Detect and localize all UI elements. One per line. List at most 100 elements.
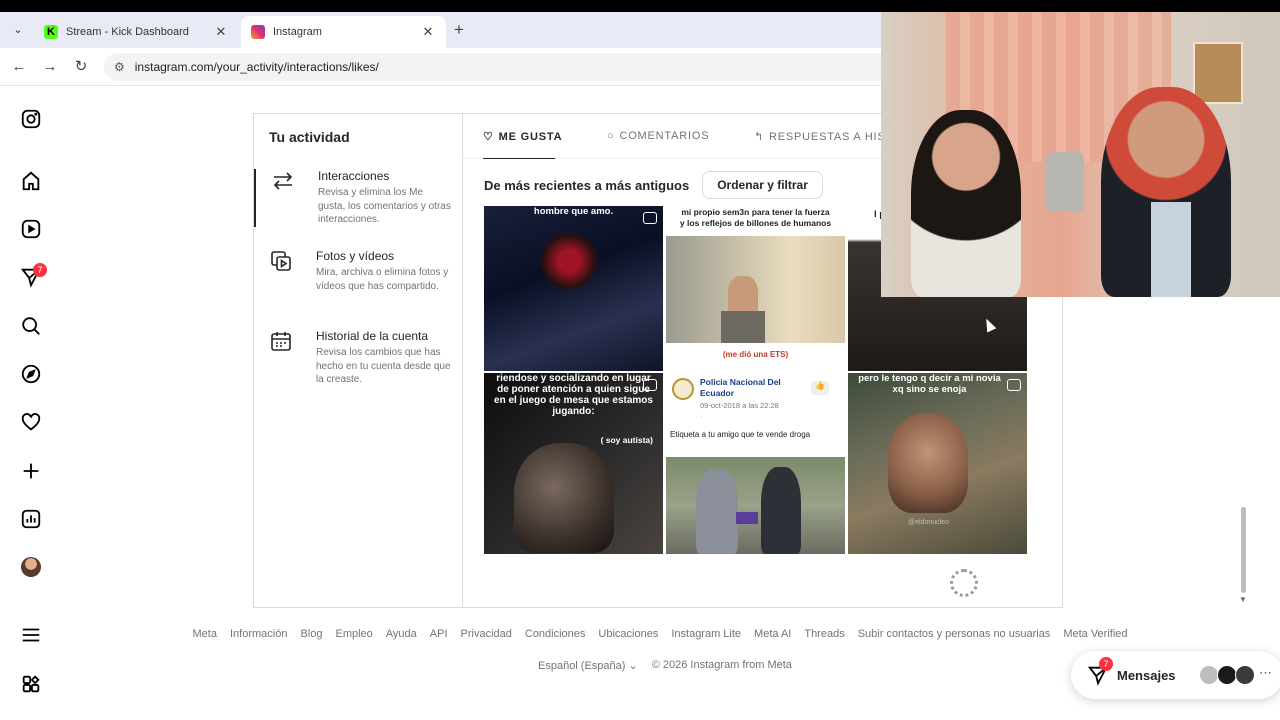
avatar [1199, 665, 1219, 685]
activity-item-title: Historial de la cuenta [316, 329, 429, 343]
url-field[interactable]: ⚙ instagram.com/your_activity/interactio… [104, 53, 1004, 81]
activity-item-interactions[interactable]: Interacciones Revisa y elimina los Me gu… [254, 169, 462, 227]
site-settings-icon[interactable]: ⚙ [114, 60, 125, 74]
footer-link[interactable]: Ayuda [386, 628, 417, 640]
tab-comentarios[interactable]: ○ COMENTARIOS [607, 130, 709, 142]
notifications-badge: 7 [33, 263, 47, 277]
instagram-logo-icon[interactable] [19, 107, 43, 131]
tab-title: Stream - Kick Dashboard [66, 26, 189, 38]
chevron-down-icon: ⌄ [628, 660, 638, 672]
comment-icon: ○ [607, 130, 615, 142]
messages-label: Mensajes [1117, 667, 1176, 683]
reel-icon [1007, 379, 1021, 391]
footer-link[interactable]: Información [230, 628, 287, 640]
activity-item-title: Fotos y vídeos [316, 249, 395, 263]
activity-item-title: Interacciones [318, 169, 390, 183]
photos-videos-icon [271, 251, 291, 271]
liked-post[interactable]: riendose y socializando en lugar de pone… [484, 373, 663, 554]
active-tab-underline [483, 158, 555, 159]
footer-link[interactable]: Ubicaciones [598, 628, 658, 640]
footer-link[interactable]: Condiciones [525, 628, 586, 640]
kick-logo-icon [44, 25, 58, 39]
footer-link[interactable]: Meta Verified [1063, 628, 1127, 640]
arrows-swap-icon [273, 172, 293, 190]
post-watermark: @eldonucleo [908, 519, 949, 526]
forward-icon[interactable]: → [39, 56, 61, 78]
post-caption: pero le tengo q decir a mi novia xq sino… [858, 373, 1001, 395]
post-image [514, 443, 614, 553]
activity-title: Tu actividad [269, 129, 350, 145]
dashboard-chart-icon[interactable] [19, 507, 43, 531]
footer-link[interactable]: Meta [193, 628, 217, 640]
language-select[interactable]: Español (España) ⌄ [538, 659, 638, 672]
screen-top-strip [0, 0, 1280, 12]
url-text: instagram.com/your_activity/interactions… [134, 60, 379, 74]
post-image [666, 457, 845, 554]
footer-link[interactable]: Instagram Lite [671, 628, 741, 640]
back-icon[interactable]: ← [8, 56, 30, 78]
home-icon[interactable] [19, 169, 43, 193]
post-caption: riendose y socializando en lugar de pone… [494, 373, 653, 417]
post-image [888, 413, 968, 513]
footer-link[interactable]: Subir contactos y personas no usuarias [858, 628, 1051, 640]
footer-link[interactable]: Privacidad [461, 628, 512, 640]
activity-item-photos-videos[interactable]: Fotos y vídeos Mira, archiva o elimina f… [254, 249, 462, 293]
like-icon: 👍 [811, 381, 829, 395]
post-page-name: Policia Nacional Del Ecuador [700, 377, 781, 398]
new-tab-icon[interactable]: + [449, 20, 469, 40]
direct-messages-icon: 7 [1087, 657, 1113, 686]
post-image [666, 236, 845, 343]
language-label: Español (España) [538, 660, 626, 672]
close-tab-icon[interactable]: ✕ [213, 24, 229, 40]
browser-tab-kick[interactable]: Stream - Kick Dashboard ✕ [34, 16, 239, 48]
reels-icon[interactable] [19, 217, 43, 241]
reel-icon [643, 212, 657, 224]
reload-icon[interactable]: ↻ [70, 56, 92, 78]
footer-link[interactable]: API [430, 628, 448, 640]
sort-filter-button[interactable]: Ordenar y filtrar [702, 171, 823, 199]
menu-hamburger-icon[interactable] [19, 623, 43, 647]
profile-avatar[interactable] [21, 557, 41, 577]
liked-post[interactable]: pero le tengo q decir a mi novia xq sino… [848, 373, 1027, 554]
tab-me-gusta[interactable]: ♡ ME GUSTA [483, 130, 563, 144]
footer-link[interactable]: Empleo [335, 628, 372, 640]
reply-icon: ↰ [754, 131, 765, 143]
post-subcaption: ( soy autista) [600, 435, 653, 445]
activity-item-desc: Mira, archiva o elimina fotos y vídeos q… [316, 267, 449, 292]
activity-item-account-history[interactable]: Historial de la cuenta Revisa los cambio… [254, 329, 462, 387]
create-plus-icon[interactable] [19, 459, 43, 483]
more-apps-icon[interactable] [19, 672, 43, 696]
liked-post[interactable]: Policia Nacional Del Ecuador 09-oct-2018… [666, 373, 845, 554]
messages-button[interactable]: 7 Mensajes ⋯ [1071, 651, 1280, 699]
search-icon[interactable] [19, 314, 43, 338]
footer-link[interactable]: Blog [300, 628, 322, 640]
activity-item-desc: Revisa y elimina los Me gusta, los comen… [318, 187, 451, 225]
reel-icon [643, 379, 657, 391]
copyright: © 2026 Instagram from Meta [651, 659, 792, 671]
close-tab-icon[interactable]: ✕ [420, 24, 436, 40]
post-caption: Etiqueta a tu amigo que te vende droga [670, 430, 811, 439]
footer-language-row: Español (España) ⌄ © 2026 Instagram from… [538, 659, 792, 672]
scroll-down-arrow-icon[interactable]: ▼ [1239, 595, 1247, 604]
avatar [1217, 665, 1237, 685]
more-icon[interactable]: ⋯ [1259, 665, 1272, 681]
messages-badge: 7 [1099, 657, 1113, 671]
instagram-logo-icon [251, 25, 265, 39]
liked-post[interactable]: mi propio sem3n para tener la fuerza y l… [666, 206, 845, 371]
footer-link[interactable]: Threads [804, 628, 844, 640]
post-subcaption: (me dió una ETS) [722, 350, 789, 359]
explore-icon[interactable] [19, 362, 43, 386]
post-caption: mi propio sem3n para tener la fuerza y l… [679, 207, 832, 228]
tab-search-chevron-icon[interactable]: ⌄ [8, 20, 28, 40]
tab-label: ME GUSTA [498, 130, 563, 143]
footer-links: Meta Información Blog Empleo Ayuda API P… [193, 628, 1128, 640]
instagram-nav-rail: 7 [0, 86, 62, 720]
post-caption: hombre que amo. [533, 206, 614, 217]
browser-tab-instagram[interactable]: Instagram ✕ [241, 16, 446, 48]
liked-post[interactable]: hombre que amo. [484, 206, 663, 371]
activity-sidebar: Tu actividad Interacciones Revisa y elim… [254, 114, 463, 607]
scrollbar-thumb[interactable] [1241, 507, 1246, 593]
heart-icon[interactable] [19, 410, 43, 434]
footer-link[interactable]: Meta AI [754, 628, 791, 640]
tab-respuestas-historias[interactable]: ↰ RESPUESTAS A HISTO [754, 130, 902, 144]
